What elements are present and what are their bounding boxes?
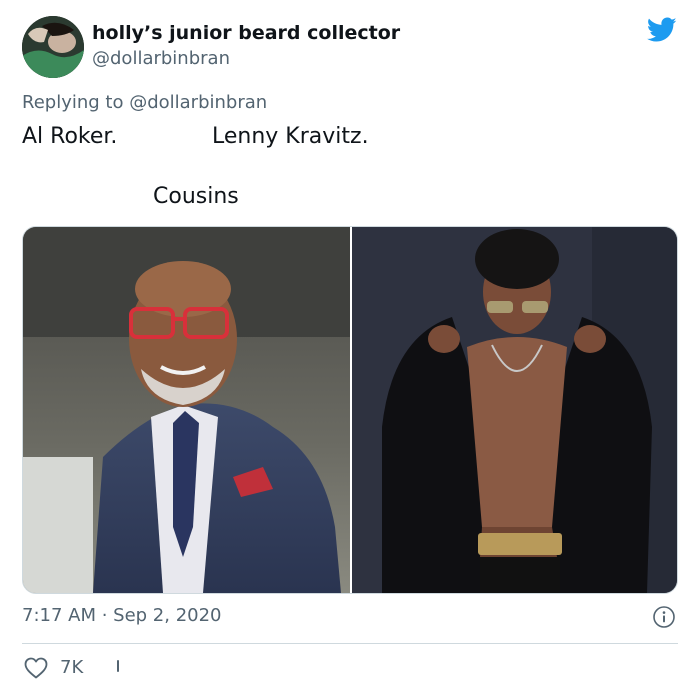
replying-to: Replying to @dollarbinbran — [22, 92, 267, 113]
photo-lenny-kravitz[interactable] — [352, 227, 677, 593]
media-grid — [22, 226, 678, 594]
replying-to-handle-link[interactable]: @dollarbinbran — [129, 92, 267, 113]
photo-al-roker[interactable] — [23, 227, 350, 593]
avatar[interactable] — [22, 16, 84, 78]
tweet-timestamp[interactable]: 7:17 AM · Sep 2, 2020 — [22, 605, 222, 626]
reply-icon[interactable] — [117, 660, 119, 672]
tweet-text-lenny-kravitz: Lenny Kravitz. — [212, 124, 369, 149]
replying-prefix: Replying to — [22, 92, 130, 113]
tweet-text-al-roker: Al Roker. — [22, 124, 118, 149]
author-handle[interactable]: @dollarbinbran — [92, 48, 230, 69]
tweet-card: holly’s junior beard collector @dollarbi… — [0, 0, 700, 697]
tweet-text-cousins: Cousins — [153, 184, 239, 209]
heart-icon[interactable] — [24, 657, 48, 679]
divider — [22, 643, 678, 644]
like-count[interactable]: 7K — [60, 657, 83, 678]
info-icon[interactable] — [652, 605, 676, 629]
twitter-bird-icon[interactable] — [647, 17, 677, 43]
author-display-name[interactable]: holly’s junior beard collector — [92, 22, 400, 44]
